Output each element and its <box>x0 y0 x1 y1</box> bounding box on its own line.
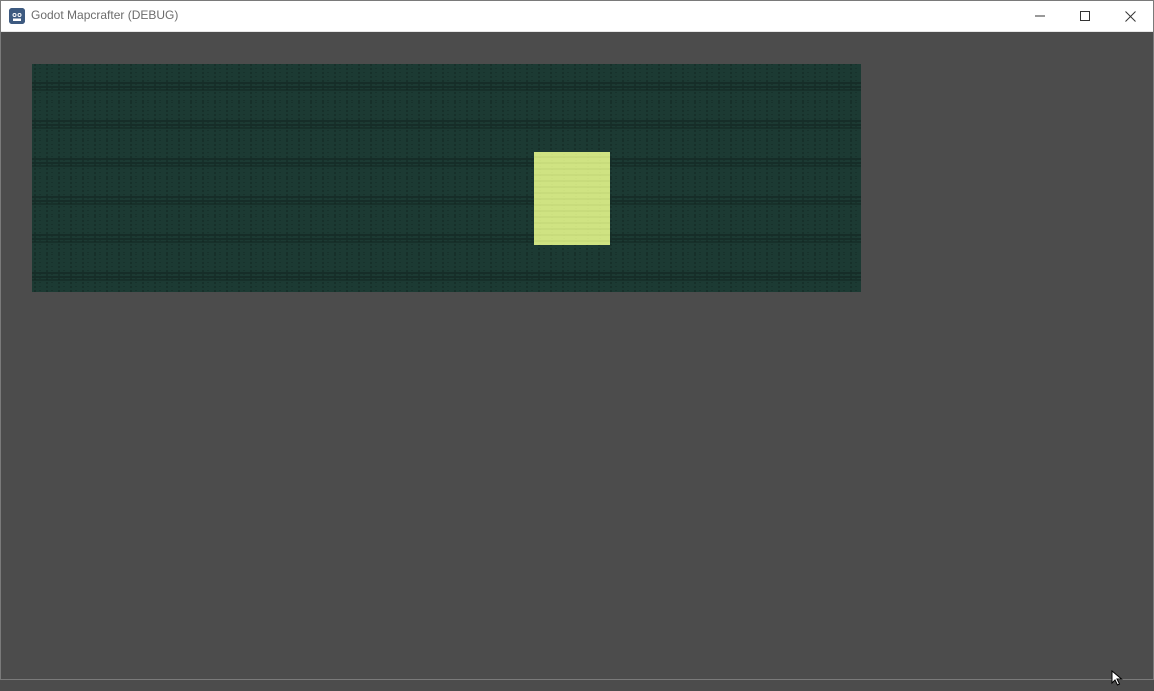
tile-map-background <box>32 64 861 292</box>
title-bar[interactable]: Godot Mapcrafter (DEBUG) <box>1 1 1153 32</box>
godot-app-icon <box>9 8 25 24</box>
tile-map[interactable] <box>32 64 861 292</box>
close-icon <box>1124 10 1136 22</box>
maximize-icon <box>1080 11 1090 21</box>
window-title: Godot Mapcrafter (DEBUG) <box>31 8 179 22</box>
close-button[interactable] <box>1107 1 1153 31</box>
game-viewport[interactable] <box>1 32 1153 679</box>
maximize-button[interactable] <box>1062 1 1108 31</box>
selected-tile-highlight[interactable] <box>534 152 610 245</box>
app-window: Godot Mapcrafter (DEBUG) <box>0 0 1154 686</box>
minimize-button[interactable] <box>1017 1 1063 31</box>
mouse-cursor-icon <box>1111 669 1125 686</box>
minimize-icon <box>1035 15 1045 17</box>
